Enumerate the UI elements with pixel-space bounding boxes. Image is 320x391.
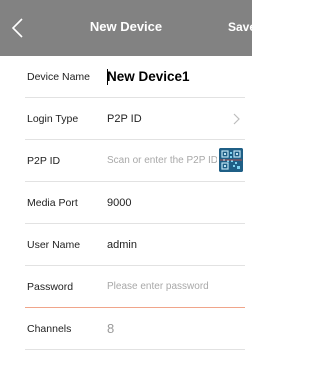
save-button[interactable]: Save bbox=[228, 19, 252, 35]
p2p-id-placeholder: Scan or enter the P2P ID bbox=[107, 155, 217, 166]
login-type-value: P2P ID bbox=[107, 113, 142, 125]
channels-label: Channels bbox=[27, 323, 72, 335]
password-row: Password Please enter password bbox=[25, 266, 245, 308]
user-name-input[interactable]: admin bbox=[107, 224, 137, 266]
device-form: Device Name New Device1 Login Type P2P I… bbox=[0, 56, 252, 350]
new-device-screen: New Device Save Device Name New Device1 … bbox=[0, 0, 252, 391]
channels-value: 8 bbox=[107, 321, 115, 336]
chevron-right-icon bbox=[233, 113, 240, 125]
nav-bar: New Device Save bbox=[0, 0, 252, 56]
channels-row: Channels 8 bbox=[25, 308, 245, 350]
qr-scan-icon bbox=[219, 148, 243, 172]
password-input[interactable]: Please enter password bbox=[107, 266, 209, 308]
page-title: New Device bbox=[89, 19, 163, 34]
media-port-row: Media Port 9000 bbox=[25, 182, 245, 224]
device-name-row: Device Name New Device1 bbox=[25, 56, 245, 98]
qr-scan-button[interactable] bbox=[219, 148, 243, 172]
media-port-input[interactable]: 9000 bbox=[107, 182, 131, 224]
user-name-label: User Name bbox=[27, 239, 81, 251]
login-type-label: Login Type bbox=[27, 113, 79, 125]
p2p-id-row: P2P ID Scan or enter the P2P ID bbox=[25, 140, 245, 182]
p2p-id-label: P2P ID bbox=[27, 155, 61, 167]
device-name-label: Device Name bbox=[27, 71, 91, 83]
login-type-row[interactable]: Login Type P2P ID bbox=[25, 98, 245, 140]
media-port-label: Media Port bbox=[27, 197, 78, 209]
password-label: Password bbox=[27, 281, 74, 293]
device-name-input[interactable]: New Device1 bbox=[107, 56, 190, 98]
user-name-row: User Name admin bbox=[25, 224, 245, 266]
p2p-id-input[interactable]: Scan or enter the P2P ID bbox=[107, 140, 217, 182]
